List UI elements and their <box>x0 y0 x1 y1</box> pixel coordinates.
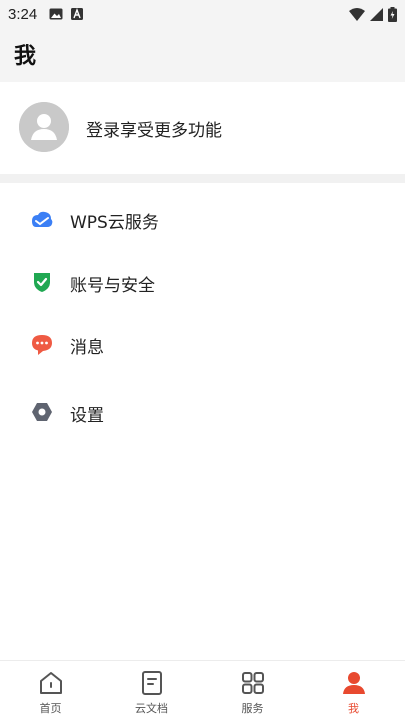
message-bubble-icon <box>32 335 52 355</box>
page-title: 我 <box>14 44 37 69</box>
bottom-tab-bar: 首页 云文档 服务 我 <box>0 660 405 720</box>
a-badge-icon <box>71 8 84 20</box>
menu-item-wps-cloud[interactable]: WPS云服务 <box>0 194 405 244</box>
menu-item-label: 设置 <box>70 406 104 426</box>
menu-item-label: 消息 <box>70 338 104 358</box>
top-bar: 3:24 我 <box>0 0 405 82</box>
tab-services[interactable]: 服务 <box>202 661 303 720</box>
tab-label: 服务 <box>241 702 264 715</box>
home-icon <box>40 672 62 694</box>
login-prompt[interactable]: 登录享受更多功能 <box>86 116 222 141</box>
cloud-icon <box>32 211 53 227</box>
menu-item-label: WPS云服务 <box>70 213 159 233</box>
settings-hex-icon <box>32 403 52 421</box>
section-divider <box>0 174 405 183</box>
tab-label: 云文档 <box>135 702 168 715</box>
person-avatar-icon[interactable] <box>19 102 69 152</box>
wifi-icon <box>349 7 365 21</box>
tab-label: 我 <box>348 702 359 715</box>
tab-cloud-docs[interactable]: 云文档 <box>101 661 202 720</box>
status-time: 3:24 <box>8 5 38 23</box>
image-icon <box>49 8 63 20</box>
status-bar: 3:24 <box>0 0 405 28</box>
battery-icon <box>388 6 397 22</box>
shield-check-icon <box>34 273 50 292</box>
tab-home[interactable]: 首页 <box>0 661 101 720</box>
tab-label: 首页 <box>39 702 62 715</box>
profile-icon <box>343 672 365 694</box>
menu-item-label: 账号与安全 <box>70 276 155 296</box>
menu-item-messages[interactable]: 消息 <box>0 319 405 369</box>
grid-icon <box>242 672 264 694</box>
cloud-doc-icon <box>142 671 162 695</box>
menu-item-account-security[interactable]: 账号与安全 <box>0 257 405 307</box>
signal-icon <box>370 7 383 21</box>
menu-item-settings[interactable]: 设置 <box>0 387 405 437</box>
login-row[interactable]: 登录享受更多功能 <box>0 82 405 174</box>
tab-me[interactable]: 我 <box>303 661 404 720</box>
